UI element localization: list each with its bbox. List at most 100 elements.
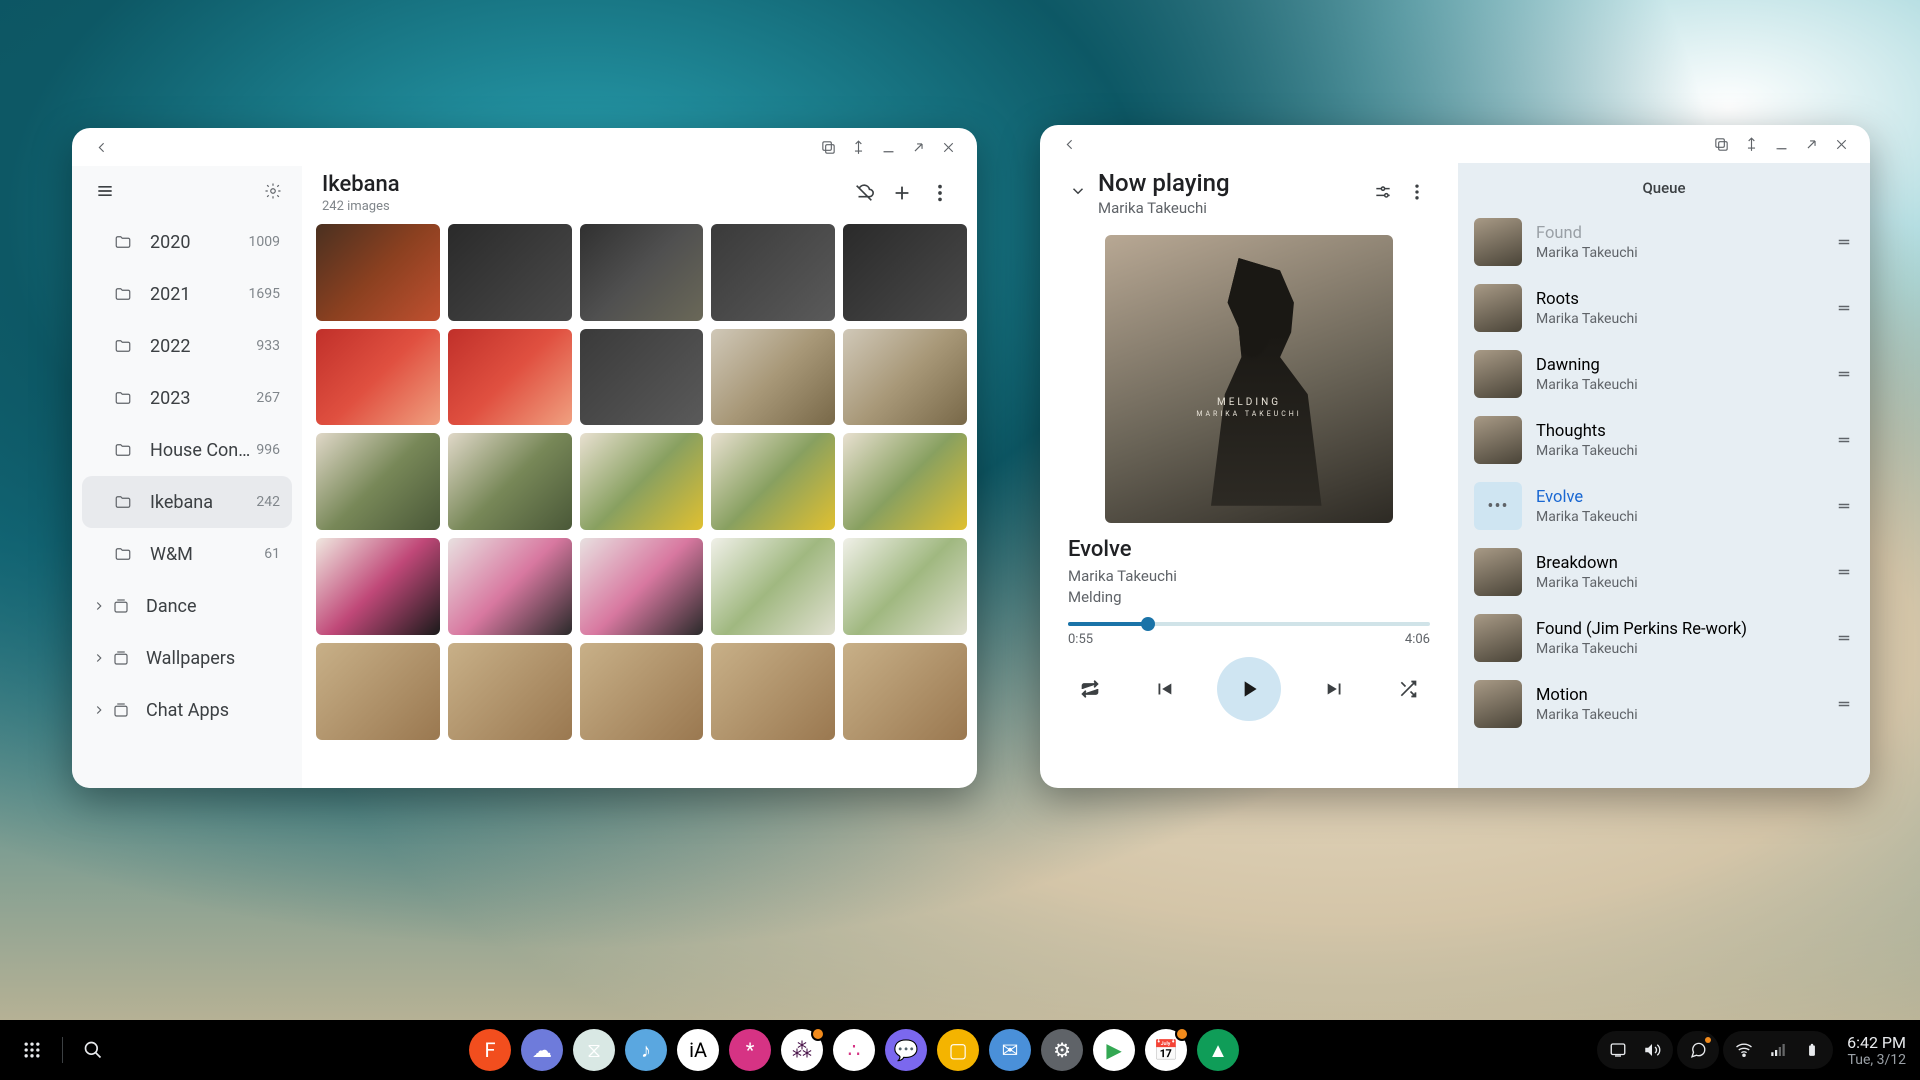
image-thumbnail[interactable] [711, 538, 835, 635]
queue-item[interactable]: •••EvolveMarika Takeuchi [1464, 473, 1864, 539]
image-thumbnail[interactable] [843, 224, 967, 321]
folder-2021[interactable]: 20211695 [82, 268, 292, 320]
queue-item[interactable]: ThoughtsMarika Takeuchi [1464, 407, 1864, 473]
image-thumbnail[interactable] [843, 433, 967, 530]
cloud-off-icon[interactable] [845, 174, 883, 212]
chevron-down-icon[interactable] [1064, 177, 1092, 205]
equalizer-icon[interactable] [1366, 175, 1400, 209]
shuffle-icon[interactable] [1388, 669, 1428, 709]
app-music[interactable]: ♪ [625, 1029, 667, 1071]
image-thumbnail[interactable] [316, 538, 440, 635]
drag-handle-icon[interactable] [1832, 695, 1856, 713]
previous-icon[interactable] [1144, 669, 1184, 709]
app-hourglass[interactable]: ⧖ [573, 1029, 615, 1071]
image-thumbnail[interactable] [316, 224, 440, 321]
battery-icon[interactable] [1797, 1035, 1827, 1065]
pin-icon[interactable] [1736, 129, 1766, 159]
screenshot-icon[interactable] [813, 132, 843, 162]
image-thumbnail[interactable] [711, 224, 835, 321]
more-icon[interactable] [921, 174, 959, 212]
image-thumbnail[interactable] [448, 643, 572, 740]
image-thumbnail[interactable] [580, 329, 704, 426]
queue-item[interactable]: BreakdownMarika Takeuchi [1464, 539, 1864, 605]
add-icon[interactable] [883, 174, 921, 212]
drag-handle-icon[interactable] [1832, 365, 1856, 383]
app-figma[interactable]: F [469, 1029, 511, 1071]
image-thumbnail[interactable] [316, 329, 440, 426]
app-photos[interactable]: ▲ [1197, 1029, 1239, 1071]
play-button[interactable] [1217, 657, 1281, 721]
image-thumbnail[interactable] [711, 329, 835, 426]
folder-ikebana[interactable]: Ikebana242 [82, 476, 292, 528]
image-thumbnail[interactable] [580, 433, 704, 530]
back-icon[interactable] [86, 132, 116, 162]
close-icon[interactable] [933, 132, 963, 162]
drag-handle-icon[interactable] [1832, 563, 1856, 581]
maximize-icon[interactable] [1796, 129, 1826, 159]
cast-icon[interactable] [1603, 1035, 1633, 1065]
folder-2022[interactable]: 2022933 [82, 320, 292, 372]
image-thumbnail[interactable] [448, 224, 572, 321]
wifi-icon[interactable] [1729, 1035, 1759, 1065]
image-thumbnail[interactable] [580, 538, 704, 635]
folder-house-con-[interactable]: House Con...996 [82, 424, 292, 476]
more-icon[interactable] [1400, 175, 1434, 209]
image-thumbnail[interactable] [316, 433, 440, 530]
image-thumbnail[interactable] [843, 643, 967, 740]
app-chat[interactable]: 💬 [885, 1029, 927, 1071]
close-icon[interactable] [1826, 129, 1856, 159]
queue-item[interactable]: RootsMarika Takeuchi [1464, 275, 1864, 341]
image-thumbnail[interactable] [580, 224, 704, 321]
image-thumbnail[interactable] [448, 433, 572, 530]
sidebar-settings-icon[interactable] [258, 176, 288, 206]
image-thumbnail[interactable] [448, 538, 572, 635]
folder-2023[interactable]: 2023267 [82, 372, 292, 424]
signal-icon[interactable] [1763, 1035, 1793, 1065]
queue-item[interactable]: DawningMarika Takeuchi [1464, 341, 1864, 407]
progress-bar[interactable] [1068, 622, 1430, 626]
image-thumbnail[interactable] [711, 433, 835, 530]
clock[interactable]: 6:42 PM Tue, 3/12 [1847, 1033, 1906, 1068]
app-play[interactable]: ▶ [1093, 1029, 1135, 1071]
drag-handle-icon[interactable] [1832, 233, 1856, 251]
drag-handle-icon[interactable] [1832, 299, 1856, 317]
collection-wallpapers[interactable]: Wallpapers [82, 632, 292, 684]
drag-handle-icon[interactable] [1832, 497, 1856, 515]
app-cloud[interactable]: ☁ [521, 1029, 563, 1071]
pin-icon[interactable] [843, 132, 873, 162]
launcher-icon[interactable] [14, 1032, 50, 1068]
image-thumbnail[interactable] [448, 329, 572, 426]
app-mail[interactable]: ✉ [989, 1029, 1031, 1071]
queue-item[interactable]: Found (Jim Perkins Re-work)Marika Takeuc… [1464, 605, 1864, 671]
chat-tray-icon[interactable] [1683, 1035, 1713, 1065]
app-circles[interactable]: ∴ [833, 1029, 875, 1071]
collection-chat-apps[interactable]: Chat Apps [82, 684, 292, 736]
drag-handle-icon[interactable] [1832, 431, 1856, 449]
repeat-icon[interactable] [1070, 669, 1110, 709]
folder-2020[interactable]: 20201009 [82, 216, 292, 268]
drag-handle-icon[interactable] [1832, 629, 1856, 647]
image-thumbnail[interactable] [843, 538, 967, 635]
music-back-icon[interactable] [1054, 129, 1084, 159]
app-calendar[interactable]: 📅 [1145, 1029, 1187, 1071]
minimize-icon[interactable] [873, 132, 903, 162]
maximize-icon[interactable] [903, 132, 933, 162]
app-asterisk[interactable]: * [729, 1029, 771, 1071]
image-thumbnail[interactable] [843, 329, 967, 426]
image-thumbnail[interactable] [580, 643, 704, 740]
app-keep[interactable]: ▢ [937, 1029, 979, 1071]
image-thumbnail[interactable] [711, 643, 835, 740]
folder-w-m[interactable]: W&M61 [82, 528, 292, 580]
next-icon[interactable] [1315, 669, 1355, 709]
search-icon[interactable] [75, 1032, 111, 1068]
volume-icon[interactable] [1637, 1035, 1667, 1065]
hamburger-icon[interactable] [90, 176, 120, 206]
screenshot-icon[interactable] [1706, 129, 1736, 159]
queue-item[interactable]: MotionMarika Takeuchi [1464, 671, 1864, 737]
minimize-icon[interactable] [1766, 129, 1796, 159]
app-ia[interactable]: iA [677, 1029, 719, 1071]
collection-dance[interactable]: Dance [82, 580, 292, 632]
queue-item[interactable]: FoundMarika Takeuchi [1464, 209, 1864, 275]
app-settings[interactable]: ⚙ [1041, 1029, 1083, 1071]
image-thumbnail[interactable] [316, 643, 440, 740]
